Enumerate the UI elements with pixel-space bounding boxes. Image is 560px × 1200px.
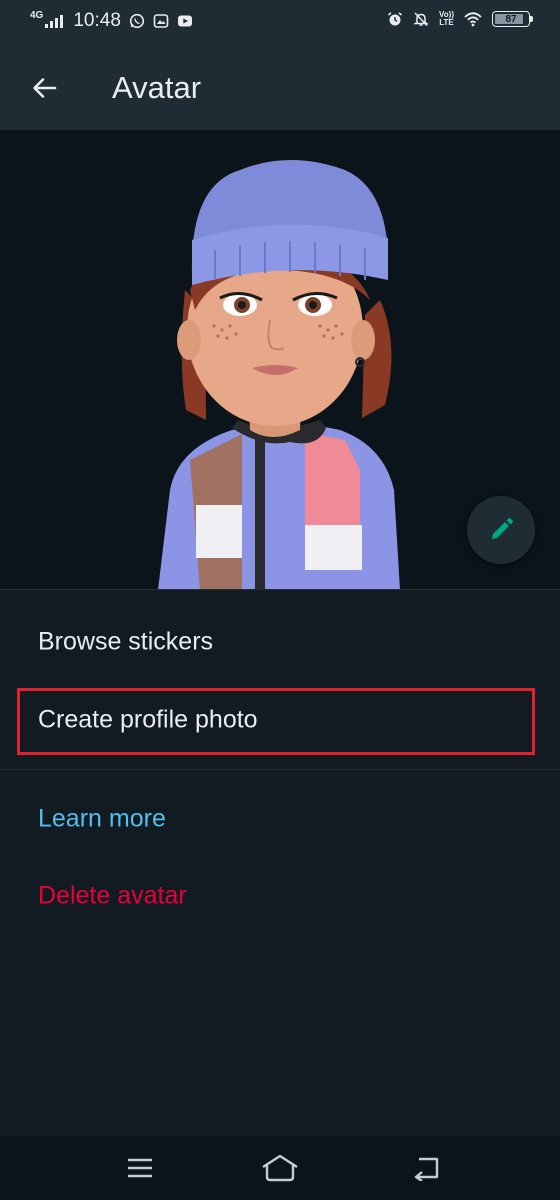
pencil-icon <box>492 518 513 539</box>
browse-stickers-item[interactable]: Browse stickers <box>0 604 560 680</box>
delete-avatar-label: Delete avatar <box>38 881 187 910</box>
divider <box>0 589 560 590</box>
edit-avatar-button[interactable] <box>467 496 535 564</box>
arrow-left-icon <box>33 78 57 98</box>
back-icon <box>414 1157 439 1181</box>
status-time: 10:48 <box>73 10 121 31</box>
back-button[interactable] <box>24 68 64 108</box>
volte-bottom: LTE <box>439 18 454 27</box>
delete-avatar-item[interactable]: Delete avatar <box>0 858 560 934</box>
learn-more-link[interactable]: Learn more <box>0 781 560 857</box>
battery-level: 87 <box>505 13 517 25</box>
app-bar: Avatar <box>0 44 560 130</box>
youtube-icon <box>177 15 192 27</box>
status-right: Vo)) LTE 87 <box>387 11 533 27</box>
whatsapp-icon <box>129 13 144 29</box>
network-type: 4G <box>30 10 44 21</box>
signal-icon <box>45 14 64 28</box>
status-bar: 4G 10:48 Vo)) LTE 87 <box>0 0 560 44</box>
battery-icon: 87 <box>492 11 533 27</box>
back-nav-button[interactable] <box>406 1150 446 1186</box>
home-icon <box>262 1154 298 1182</box>
divider <box>0 769 560 770</box>
notifications-off-icon <box>413 12 430 27</box>
gallery-icon <box>153 14 169 28</box>
page-title: Avatar <box>112 70 202 105</box>
learn-more-label: Learn more <box>38 804 166 833</box>
alarm-icon <box>388 12 403 26</box>
create-profile-photo-label: Create profile photo <box>38 705 258 734</box>
wifi-icon <box>464 12 482 27</box>
recent-apps-button[interactable] <box>120 1150 160 1186</box>
home-button[interactable] <box>258 1150 302 1186</box>
menu-icon <box>128 1158 152 1178</box>
status-left: 4G 10:48 <box>30 10 193 32</box>
create-profile-photo-item[interactable]: Create profile photo <box>0 682 560 758</box>
volte-icon: Vo)) LTE <box>439 11 454 27</box>
browse-stickers-label: Browse stickers <box>38 627 214 656</box>
system-nav-bar <box>0 1136 560 1200</box>
avatar-preview <box>0 130 560 590</box>
